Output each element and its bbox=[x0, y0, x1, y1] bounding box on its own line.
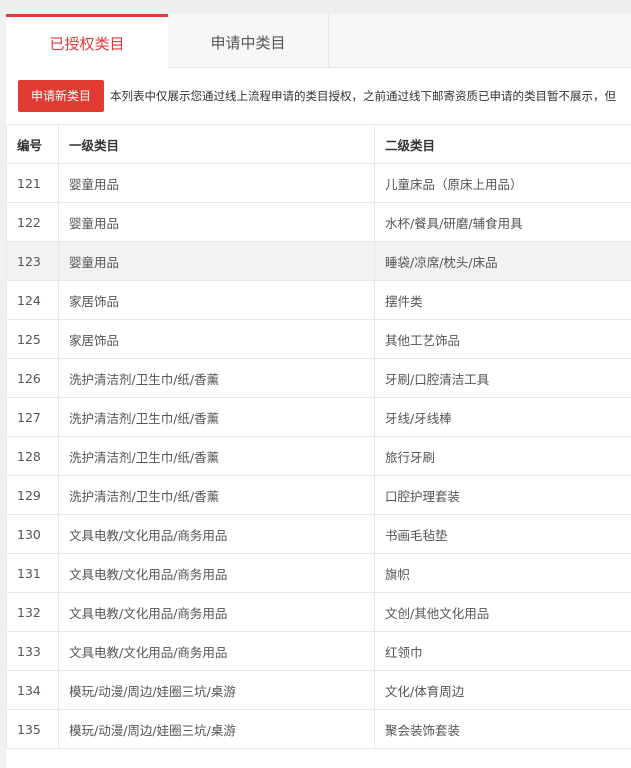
cell-level2: 牙线/牙线棒 bbox=[374, 397, 631, 437]
cell-level1: 洗护清洁剂/卫生巾/纸/香薰 bbox=[58, 475, 375, 515]
top-strip bbox=[0, 0, 631, 14]
cell-id: 134 bbox=[6, 670, 59, 710]
cell-level2: 旅行牙刷 bbox=[374, 436, 631, 476]
cell-id: 121 bbox=[6, 163, 59, 203]
table-row: 132 文具电教/文化用品/商务用品 文创/其他文化用品 bbox=[6, 592, 631, 632]
cell-level2: 摆件类 bbox=[374, 280, 631, 320]
cell-id: 122 bbox=[6, 202, 59, 242]
cell-level2: 聚会装饰套装 bbox=[374, 709, 631, 749]
cell-level2: 文化/体育周边 bbox=[374, 670, 631, 710]
cell-id: 127 bbox=[6, 397, 59, 437]
header-level1: 一级类目 bbox=[58, 124, 375, 164]
cell-id: 125 bbox=[6, 319, 59, 359]
table-row: 133 文具电教/文化用品/商务用品 红领巾 bbox=[6, 631, 631, 671]
table-row: 129 洗护清洁剂/卫生巾/纸/香薰 口腔护理套装 bbox=[6, 475, 631, 515]
cell-level1: 洗护清洁剂/卫生巾/纸/香薰 bbox=[58, 397, 375, 437]
header-id: 编号 bbox=[6, 124, 59, 164]
cell-id: 131 bbox=[6, 553, 59, 593]
cell-level1: 文具电教/文化用品/商务用品 bbox=[58, 553, 375, 593]
cell-level1: 模玩/动漫/周边/娃圈三坑/桌游 bbox=[58, 670, 375, 710]
header-level2: 二级类目 bbox=[374, 124, 631, 164]
cell-id: 128 bbox=[6, 436, 59, 476]
cell-level1: 文具电教/文化用品/商务用品 bbox=[58, 631, 375, 671]
main-panel: 申请新类目 本列表中仅展示您通过线上流程申请的类目授权，之前通过线下邮寄资质已申… bbox=[6, 68, 631, 768]
cell-id: 135 bbox=[6, 709, 59, 749]
page: 已授权类目 申请中类目 申请新类目 本列表中仅展示您通过线上流程申请的类目授权，… bbox=[0, 0, 631, 768]
cell-level1: 文具电教/文化用品/商务用品 bbox=[58, 592, 375, 632]
cell-level2: 红领巾 bbox=[374, 631, 631, 671]
cell-level2: 文创/其他文化用品 bbox=[374, 592, 631, 632]
cell-level2: 儿童床品（原床上用品） bbox=[374, 163, 631, 203]
cell-level1: 婴童用品 bbox=[58, 202, 375, 242]
table-row: 131 文具电教/文化用品/商务用品 旗帜 bbox=[6, 553, 631, 593]
notice-text: 本列表中仅展示您通过线上流程申请的类目授权，之前通过线下邮寄资质已申请的类目暂不… bbox=[110, 89, 616, 103]
cell-level1: 洗护清洁剂/卫生巾/纸/香薰 bbox=[58, 436, 375, 476]
cell-level2: 旗帜 bbox=[374, 553, 631, 593]
cell-level2: 其他工艺饰品 bbox=[374, 319, 631, 359]
table-header-row: 编号 一级类目 二级类目 bbox=[6, 124, 631, 164]
table-row: 124 家居饰品 摆件类 bbox=[6, 280, 631, 320]
tab-authorized-categories[interactable]: 已授权类目 bbox=[6, 14, 168, 69]
cell-level1: 模玩/动漫/周边/娃圈三坑/桌游 bbox=[58, 709, 375, 749]
apply-new-category-button[interactable]: 申请新类目 bbox=[18, 80, 104, 112]
table-row: 125 家居饰品 其他工艺饰品 bbox=[6, 319, 631, 359]
cell-id: 133 bbox=[6, 631, 59, 671]
table-row: 130 文具电教/文化用品/商务用品 书画毛毡垫 bbox=[6, 514, 631, 554]
table-row: 127 洗护清洁剂/卫生巾/纸/香薰 牙线/牙线棒 bbox=[6, 397, 631, 437]
table-row: 135 模玩/动漫/周边/娃圈三坑/桌游 聚会装饰套装 bbox=[6, 709, 631, 749]
cell-level2: 书画毛毡垫 bbox=[374, 514, 631, 554]
cell-id: 123 bbox=[6, 241, 59, 281]
table-row: 134 模玩/动漫/周边/娃圈三坑/桌游 文化/体育周边 bbox=[6, 670, 631, 710]
cell-level1: 婴童用品 bbox=[58, 163, 375, 203]
cell-id: 124 bbox=[6, 280, 59, 320]
cell-level1: 家居饰品 bbox=[58, 319, 375, 359]
cell-level2: 牙刷/口腔清洁工具 bbox=[374, 358, 631, 398]
category-table: 编号 一级类目 二级类目 121 婴童用品 儿童床品（原床上用品） 122 婴童… bbox=[6, 124, 631, 749]
tab-pending-categories[interactable]: 申请中类目 bbox=[168, 14, 329, 68]
cell-level1: 家居饰品 bbox=[58, 280, 375, 320]
table-row: 121 婴童用品 儿童床品（原床上用品） bbox=[6, 163, 631, 203]
table-row: 123 婴童用品 睡袋/凉席/枕头/床品 bbox=[6, 241, 631, 281]
cell-level1: 洗护清洁剂/卫生巾/纸/香薰 bbox=[58, 358, 375, 398]
toolbar: 申请新类目 本列表中仅展示您通过线上流程申请的类目授权，之前通过线下邮寄资质已申… bbox=[6, 68, 631, 124]
cell-level2: 睡袋/凉席/枕头/床品 bbox=[374, 241, 631, 281]
table-row: 122 婴童用品 水杯/餐具/研磨/辅食用具 bbox=[6, 202, 631, 242]
table-row: 126 洗护清洁剂/卫生巾/纸/香薰 牙刷/口腔清洁工具 bbox=[6, 358, 631, 398]
cell-id: 132 bbox=[6, 592, 59, 632]
cell-id: 129 bbox=[6, 475, 59, 515]
table-row: 128 洗护清洁剂/卫生巾/纸/香薰 旅行牙刷 bbox=[6, 436, 631, 476]
cell-level1: 婴童用品 bbox=[58, 241, 375, 281]
cell-level2: 口腔护理套装 bbox=[374, 475, 631, 515]
cell-id: 130 bbox=[6, 514, 59, 554]
tab-bar: 已授权类目 申请中类目 bbox=[6, 14, 631, 69]
cell-id: 126 bbox=[6, 358, 59, 398]
cell-level1: 文具电教/文化用品/商务用品 bbox=[58, 514, 375, 554]
cell-level2: 水杯/餐具/研磨/辅食用具 bbox=[374, 202, 631, 242]
